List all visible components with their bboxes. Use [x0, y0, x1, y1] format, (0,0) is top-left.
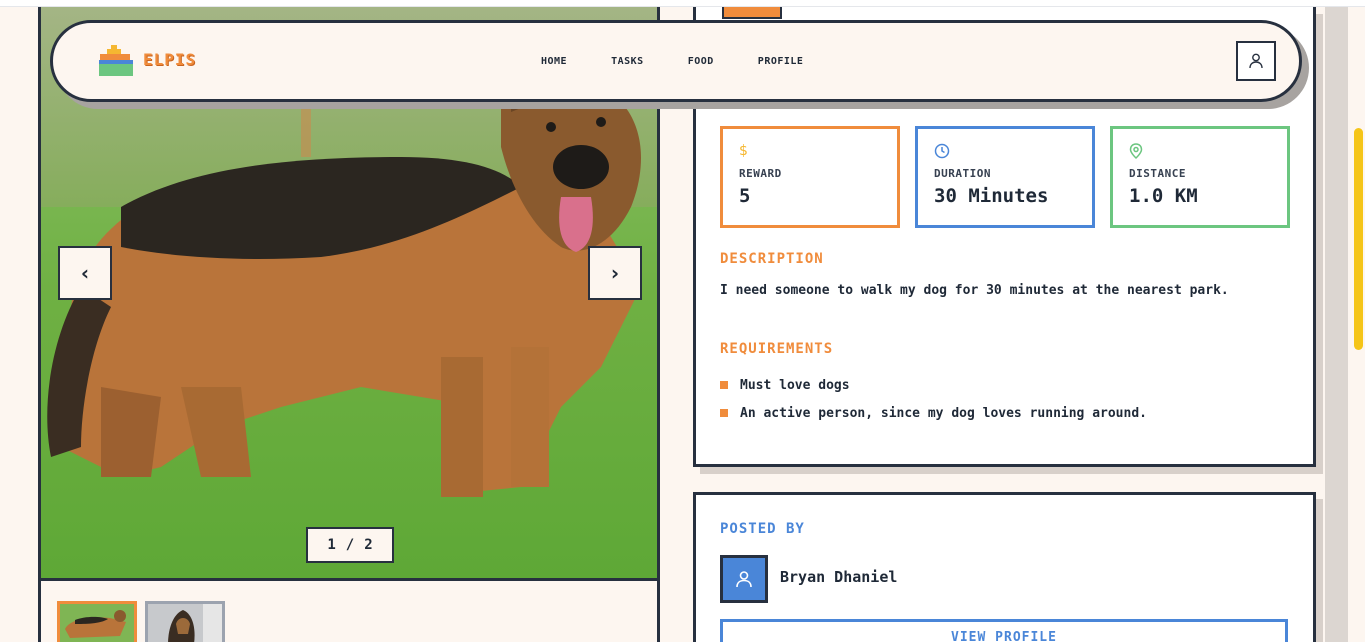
reward-value: 5	[739, 185, 751, 207]
posted-by-card: POSTED BY Bryan Dhaniel VIEW PROFILE	[693, 492, 1316, 642]
elpis-logo-icon[interactable]	[97, 45, 133, 83]
task-image-gallery: ‹ › 1 / 2	[38, 7, 660, 642]
description-text: I need someone to walk my dog for 30 min…	[720, 283, 1229, 298]
dollar-icon: $	[739, 143, 748, 159]
chevron-left-icon: ‹	[80, 261, 90, 285]
requirements-list: Must love dogs An active person, since m…	[720, 371, 1147, 427]
avatar[interactable]	[720, 555, 768, 603]
duration-value: 30 Minutes	[934, 185, 1049, 207]
page-gutter	[1325, 7, 1348, 642]
posted-by-heading: POSTED BY	[720, 521, 805, 537]
brand-name[interactable]: ELPIS	[143, 50, 196, 69]
browser-top-edge	[0, 0, 1365, 7]
view-profile-button[interactable]: VIEW PROFILE	[720, 619, 1288, 642]
clock-icon	[934, 143, 1076, 163]
bullet-square-icon	[720, 409, 728, 417]
thumbnail-2[interactable]	[145, 601, 225, 642]
description-heading: DESCRIPTION	[720, 251, 824, 267]
profile-button[interactable]	[1236, 41, 1276, 81]
distance-label: DISTANCE	[1129, 167, 1186, 180]
nav-profile[interactable]: PROFILE	[758, 56, 804, 67]
reward-stat: $ REWARD 5	[720, 126, 900, 228]
requirement-text: An active person, since my dog loves run…	[740, 405, 1147, 421]
status-tag	[722, 7, 782, 19]
chevron-right-icon: ›	[610, 261, 620, 285]
nav-tasks[interactable]: TASKS	[611, 56, 644, 67]
distance-stat: DISTANCE 1.0 KM	[1110, 126, 1290, 228]
previous-image-button[interactable]: ‹	[58, 246, 112, 300]
top-navbar: ELPIS HOME TASKS FOOD PROFILE	[50, 20, 1302, 102]
image-counter-current: 1	[327, 537, 336, 553]
main-nav: HOME TASKS FOOD PROFILE	[541, 56, 803, 67]
nav-home[interactable]: HOME	[541, 56, 567, 67]
user-icon	[1249, 53, 1263, 69]
duration-stat: DURATION 30 Minutes	[915, 126, 1095, 228]
duration-label: DURATION	[934, 167, 991, 180]
nav-food[interactable]: FOOD	[688, 56, 714, 67]
image-counter-separator: /	[345, 537, 355, 553]
bullet-square-icon	[720, 381, 728, 389]
list-item: Must love dogs	[720, 371, 1147, 399]
image-counter: 1 / 2	[306, 527, 394, 563]
poster-name: Bryan Dhaniel	[780, 568, 898, 586]
requirement-text: Must love dogs	[740, 377, 850, 393]
thumbnail-1[interactable]	[57, 601, 137, 642]
next-image-button[interactable]: ›	[588, 246, 642, 300]
requirements-heading: REQUIREMENTS	[720, 341, 834, 357]
list-item: An active person, since my dog loves run…	[720, 399, 1147, 427]
map-pin-icon	[1129, 143, 1271, 163]
reward-label: REWARD	[739, 167, 782, 180]
user-icon	[736, 571, 752, 588]
distance-value: 1.0 KM	[1129, 185, 1198, 207]
image-counter-total: 2	[364, 537, 373, 553]
thumbnail-strip	[57, 601, 225, 642]
scrollbar-thumb[interactable]	[1354, 128, 1363, 350]
